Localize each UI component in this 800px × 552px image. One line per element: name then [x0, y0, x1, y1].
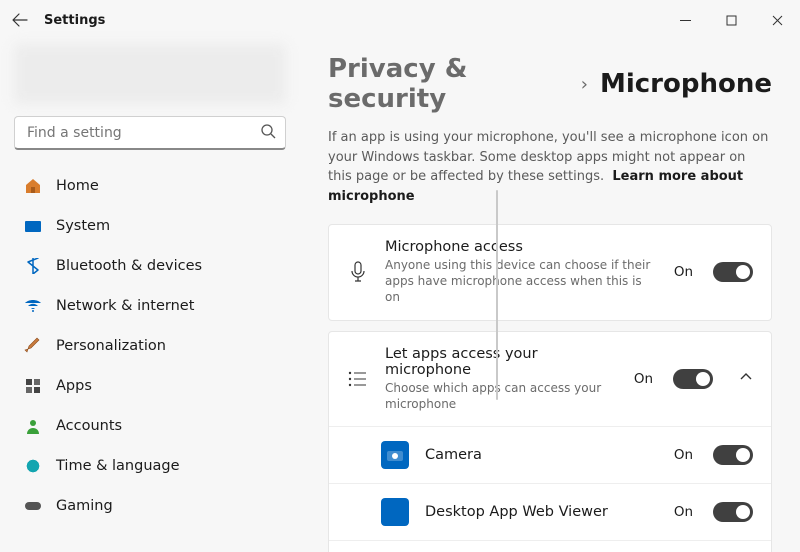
setting-card-let-apps: Let apps access your microphone Choose w…	[328, 331, 772, 552]
clock-globe-icon	[24, 457, 42, 475]
sidebar-item-network[interactable]: Network & internet	[14, 286, 280, 326]
sidebar-item-home[interactable]: Home	[14, 166, 280, 206]
app-toggle[interactable]	[713, 445, 753, 465]
sidebar-item-label: Gaming	[56, 498, 113, 514]
arrow-left-icon	[12, 12, 28, 28]
back-button[interactable]	[0, 0, 40, 40]
toggle-state-label: On	[674, 264, 693, 280]
breadcrumb: Privacy & security › Microphone	[328, 54, 772, 114]
app-row-desktop-viewer[interactable]: Desktop App Web Viewer On	[329, 483, 771, 540]
sidebar-item-bluetooth[interactable]: Bluetooth & devices	[14, 246, 280, 286]
let-apps-toggle[interactable]	[673, 369, 713, 389]
toggle-state-label: On	[674, 447, 693, 463]
page-description: If an app is using your microphone, you'…	[328, 128, 772, 206]
setting-subtitle: Choose which apps can access your microp…	[385, 380, 618, 412]
app-row-camera[interactable]: Camera On	[329, 426, 771, 483]
microphone-icon	[347, 261, 369, 283]
sidebar-item-label: Apps	[56, 378, 92, 394]
setting-title: Let apps access your microphone	[385, 346, 618, 378]
sidebar-item-label: Accounts	[56, 418, 122, 434]
sidebar-item-system[interactable]: System	[14, 206, 280, 246]
sidebar-item-personalization[interactable]: Personalization	[14, 326, 280, 366]
person-icon	[24, 417, 42, 435]
window-title: Settings	[44, 13, 105, 28]
chevron-right-icon: ›	[581, 74, 588, 95]
sidebar-item-apps[interactable]: Apps	[14, 366, 280, 406]
bluetooth-icon	[24, 257, 42, 275]
wifi-icon	[24, 297, 42, 315]
setting-row-mic-access[interactable]: Microphone access Anyone using this devi…	[329, 225, 771, 320]
system-icon	[24, 217, 42, 235]
desktop-app-icon	[381, 498, 409, 526]
window-controls	[662, 0, 800, 40]
minimize-button[interactable]	[662, 0, 708, 40]
close-button[interactable]	[754, 0, 800, 40]
toggle-state-label: On	[634, 371, 653, 387]
setting-subtitle: Anyone using this device can choose if t…	[385, 257, 658, 306]
chevron-up-icon[interactable]	[739, 369, 753, 388]
maximize-button[interactable]	[708, 0, 754, 40]
gaming-icon	[24, 497, 42, 515]
apps-icon	[24, 377, 42, 395]
camera-app-icon	[381, 441, 409, 469]
titlebar: Settings	[0, 0, 800, 40]
app-row-feedback-hub[interactable]: Feedback Hub On	[329, 540, 771, 552]
sidebar-item-label: Home	[56, 178, 99, 194]
sidebar-item-accounts[interactable]: Accounts	[14, 406, 280, 446]
sidebar-item-time-language[interactable]: Time & language	[14, 446, 280, 486]
sidebar-item-label: System	[56, 218, 110, 234]
setting-row-let-apps[interactable]: Let apps access your microphone Choose w…	[329, 332, 771, 426]
nav-scrollbar[interactable]	[496, 190, 499, 400]
sidebar-item-label: Personalization	[56, 338, 166, 354]
nav-list: Home System Bluetooth & devices Network …	[14, 166, 286, 552]
search-input[interactable]	[14, 116, 286, 150]
content-area: Privacy & security › Microphone If an ap…	[300, 40, 800, 552]
search-icon	[260, 123, 276, 143]
app-toggle[interactable]	[713, 502, 753, 522]
breadcrumb-parent[interactable]: Privacy & security	[328, 54, 569, 114]
app-name: Camera	[425, 447, 658, 463]
sidebar-item-label: Time & language	[56, 458, 180, 474]
sidebar-item-gaming[interactable]: Gaming	[14, 486, 280, 526]
setting-title: Microphone access	[385, 239, 658, 255]
setting-card-mic-access: Microphone access Anyone using this devi…	[328, 224, 772, 321]
mic-access-toggle[interactable]	[713, 262, 753, 282]
user-account-card[interactable]	[14, 44, 286, 104]
home-icon	[24, 177, 42, 195]
sidebar-item-label: Bluetooth & devices	[56, 258, 202, 274]
list-icon	[347, 371, 369, 387]
app-name: Desktop App Web Viewer	[425, 504, 658, 520]
paintbrush-icon	[24, 337, 42, 355]
sidebar: Home System Bluetooth & devices Network …	[0, 40, 300, 552]
sidebar-item-label: Network & internet	[56, 298, 194, 314]
toggle-state-label: On	[674, 504, 693, 520]
search-box	[14, 116, 286, 150]
page-title: Microphone	[600, 69, 772, 99]
